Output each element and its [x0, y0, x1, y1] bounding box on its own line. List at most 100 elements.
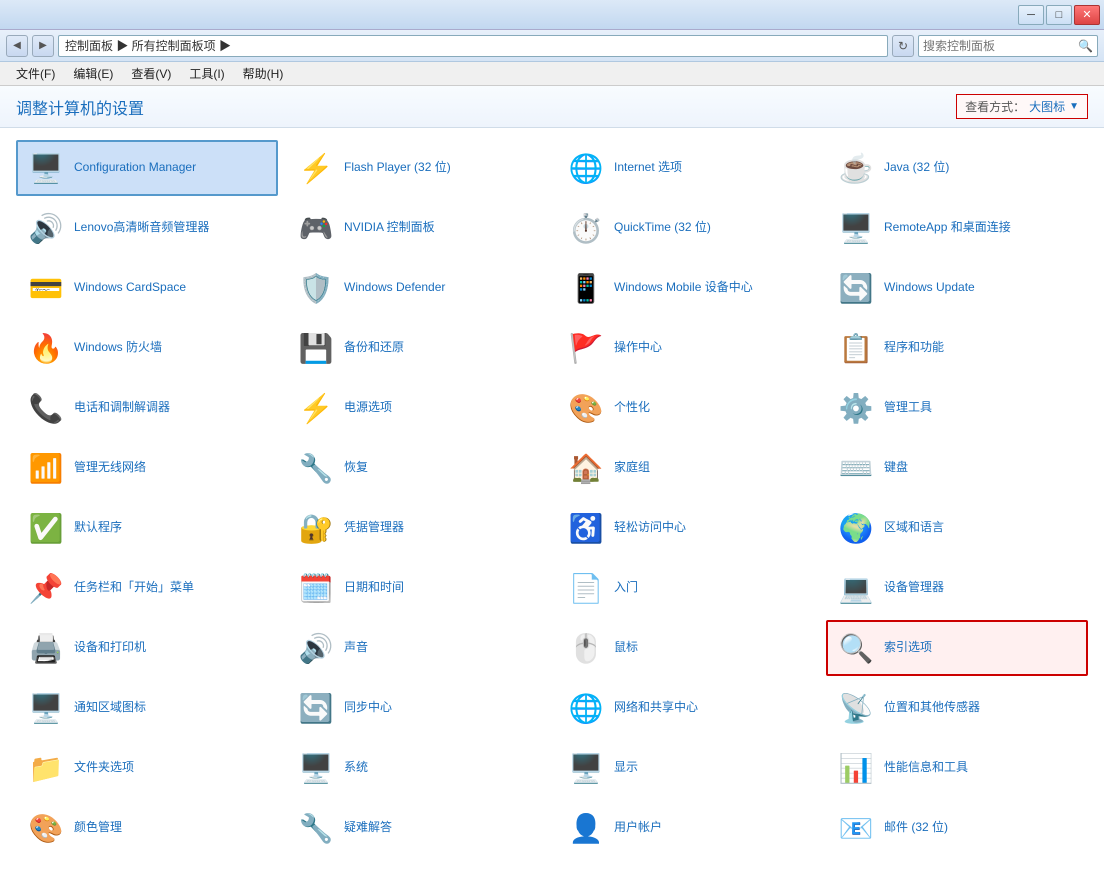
back-button[interactable]: ◀ — [6, 35, 28, 57]
menu-view[interactable]: 查看(V) — [123, 63, 179, 84]
maximize-button[interactable]: □ — [1046, 5, 1072, 25]
icon-item-defender[interactable]: 🛡️Windows Defender — [286, 260, 548, 316]
menu-edit[interactable]: 编辑(E) — [65, 63, 121, 84]
menu-tools[interactable]: 工具(I) — [181, 63, 232, 84]
menu-help[interactable]: 帮助(H) — [235, 63, 292, 84]
icon-item-devices-printers[interactable]: 🖨️设备和打印机 — [16, 620, 278, 676]
icon-item-device-manager[interactable]: 💻设备管理器 — [826, 560, 1088, 616]
icon-item-quicktime[interactable]: ⏱️QuickTime (32 位) — [556, 200, 818, 256]
icon-label-java: Java (32 位) — [884, 160, 949, 176]
icon-item-windows-update[interactable]: 🔄Windows Update — [826, 260, 1088, 316]
close-button[interactable]: ✕ — [1074, 5, 1100, 25]
icon-image-mail: 📧 — [836, 808, 876, 848]
icon-item-keyboard[interactable]: ⌨️键盘 — [826, 440, 1088, 496]
icon-label-nvidia: NVIDIA 控制面板 — [344, 220, 435, 236]
icon-image-admin-tools: ⚙️ — [836, 388, 876, 428]
title-bar: ─ □ ✕ — [0, 0, 1104, 30]
icon-item-action-center[interactable]: 🚩操作中心 — [556, 320, 818, 376]
icon-item-display[interactable]: 🖥️显示 — [556, 740, 818, 796]
icon-item-autoplay[interactable]: ▶️自动播放 — [556, 860, 818, 870]
icon-label-user-accounts: 用户帐户 — [614, 820, 662, 836]
icon-item-nvidia[interactable]: 🎮NVIDIA 控制面板 — [286, 200, 548, 256]
icon-item-power[interactable]: ⚡ 电源选项 — [286, 380, 548, 436]
refresh-button[interactable]: ↻ — [892, 35, 914, 57]
icon-image-troubleshoot: 🔧 — [296, 808, 336, 848]
icon-item-homegroup[interactable]: 🏠家庭组 — [556, 440, 818, 496]
icon-image-power: ⚡ — [296, 388, 336, 428]
icon-label-region-lang: 区域和语言 — [884, 520, 944, 536]
icon-item-personalize[interactable]: 🎨 个性化 — [556, 380, 818, 436]
icon-item-recovery[interactable]: 🔧恢复 — [286, 440, 548, 496]
icon-item-notification[interactable]: 🖥️通知区域图标 — [16, 680, 278, 736]
icon-label-system: 系统 — [344, 760, 368, 776]
minimize-button[interactable]: ─ — [1018, 5, 1044, 25]
icon-item-backup[interactable]: 💾备份和还原 — [286, 320, 548, 376]
search-input[interactable] — [923, 39, 1078, 53]
icon-image-performance: 📊 — [836, 748, 876, 788]
forward-button[interactable]: ▶ — [32, 35, 54, 57]
icon-label-taskbar: 任务栏和「开始」菜单 — [74, 580, 194, 596]
icon-image-user-accounts: 👤 — [566, 808, 606, 848]
icon-label-credential: 凭据管理器 — [344, 520, 404, 536]
icon-item-sync[interactable]: 🔄同步中心 — [286, 680, 548, 736]
icon-item-ease-access[interactable]: ♿轻松访问中心 — [556, 500, 818, 556]
icon-item-getstarted[interactable]: 📄入门 — [556, 560, 818, 616]
view-current[interactable]: 大图标 — [1029, 98, 1065, 115]
icon-item-default-programs[interactable]: ✅默认程序 — [16, 500, 278, 556]
icon-label-devices-printers: 设备和打印机 — [74, 640, 146, 656]
icon-image-programs: 📋 — [836, 328, 876, 368]
icon-image-color-mgmt: 🎨 — [26, 808, 66, 848]
address-path[interactable]: 控制面板 ▶ 所有控制面板项 ▶ — [58, 35, 888, 57]
icon-item-sound[interactable]: 🔊声音 — [286, 620, 548, 676]
view-options[interactable]: 查看方式： 大图标 ▼ — [956, 94, 1088, 119]
icon-item-desktop-gadgets[interactable]: 🖥️桌面小工具 — [286, 860, 548, 870]
icon-item-wireless[interactable]: 📶管理无线网络 — [16, 440, 278, 496]
icon-item-mobile[interactable]: 📱Windows Mobile 设备中心 — [556, 260, 818, 316]
icon-label-ease-access: 轻松访问中心 — [614, 520, 686, 536]
icon-item-performance[interactable]: 📊性能信息和工具 — [826, 740, 1088, 796]
icon-item-flash-player[interactable]: ⚡Flash Player (32 位) — [286, 140, 548, 196]
icon-item-credential[interactable]: 🔐凭据管理器 — [286, 500, 548, 556]
icon-item-user-accounts[interactable]: 👤 用户帐户 — [556, 800, 818, 856]
icon-image-java: ☕ — [836, 148, 876, 188]
icon-item-fonts[interactable]: 🔤字体 — [826, 860, 1088, 870]
icon-image-personalize: 🎨 — [566, 388, 606, 428]
icon-item-system[interactable]: 🖥️系统 — [286, 740, 548, 796]
window-controls: ─ □ ✕ — [1018, 5, 1100, 25]
icon-item-region-lang[interactable]: 🌍区域和语言 — [826, 500, 1088, 556]
icon-item-java[interactable]: ☕ Java (32 位) — [826, 140, 1088, 196]
icon-label-device-manager: 设备管理器 — [884, 580, 944, 596]
icon-item-datetime[interactable]: 🗓️日期和时间 — [286, 560, 548, 616]
icon-item-config-manager[interactable]: 🖥️Configuration Manager — [16, 140, 278, 196]
icon-item-lenovo-audio[interactable]: 🔊Lenovo高清晰音频管理器 — [16, 200, 278, 256]
icon-label-power: 电源选项 — [344, 400, 392, 416]
icon-label-default-programs: 默认程序 — [74, 520, 122, 536]
icon-item-internet-options[interactable]: 🌐Internet 选项 — [556, 140, 818, 196]
icon-label-sync: 同步中心 — [344, 700, 392, 716]
icon-item-color-mgmt[interactable]: 🎨颜色管理 — [16, 800, 278, 856]
icon-label-location: 位置和其他传感器 — [884, 700, 980, 716]
icon-item-firewall[interactable]: 🔥Windows 防火墙 — [16, 320, 278, 376]
icon-image-keyboard: ⌨️ — [836, 448, 876, 488]
icon-item-programs[interactable]: 📋程序和功能 — [826, 320, 1088, 376]
icon-item-admin-tools[interactable]: ⚙️管理工具 — [826, 380, 1088, 436]
icon-item-cardspace[interactable]: 💳Windows CardSpace — [16, 260, 278, 316]
icon-item-telephone[interactable]: 📞电话和调制解调器 — [16, 380, 278, 436]
icon-image-folder-options: 📁 — [26, 748, 66, 788]
icon-item-mouse[interactable]: 🖱️鼠标 — [556, 620, 818, 676]
icon-item-index-options[interactable]: 🔍索引选项 — [826, 620, 1088, 676]
icon-item-network[interactable]: 🌐网络和共享中心 — [556, 680, 818, 736]
icon-item-location[interactable]: 📡位置和其他传感器 — [826, 680, 1088, 736]
menu-file[interactable]: 文件(F) — [8, 63, 63, 84]
icon-item-folder-options[interactable]: 📁文件夹选项 — [16, 740, 278, 796]
icon-label-defender: Windows Defender — [344, 280, 445, 296]
icon-item-remoteapp[interactable]: 🖥️RemoteApp 和桌面连接 — [826, 200, 1088, 256]
icon-item-speech[interactable]: 🎤语音识别 — [16, 860, 278, 870]
icon-label-personalize: 个性化 — [614, 400, 650, 416]
icon-item-mail[interactable]: 📧邮件 (32 位) — [826, 800, 1088, 856]
icon-item-troubleshoot[interactable]: 🔧疑难解答 — [286, 800, 548, 856]
icon-label-mouse: 鼠标 — [614, 640, 638, 656]
icon-label-mobile: Windows Mobile 设备中心 — [614, 280, 753, 296]
icon-item-taskbar[interactable]: 📌任务栏和「开始」菜单 — [16, 560, 278, 616]
icon-label-action-center: 操作中心 — [614, 340, 662, 356]
